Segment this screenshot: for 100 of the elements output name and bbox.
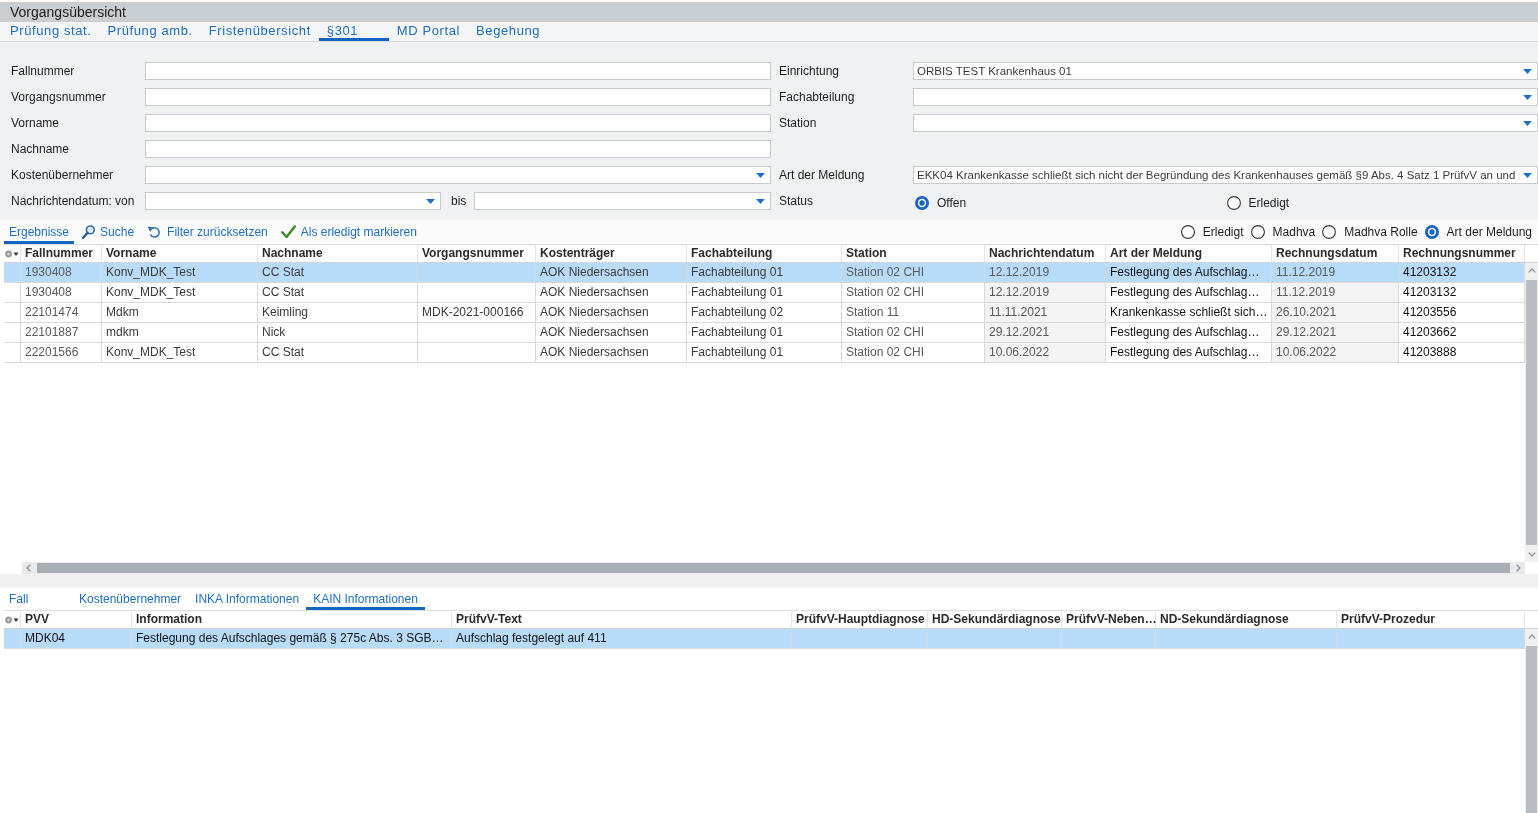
column-header[interactable]: PrüfvV-Text: [452, 611, 792, 628]
tab[interactable]: MD Portal: [388, 22, 469, 41]
column-header[interactable]: PrüfvV-Prozedur: [1337, 611, 1525, 628]
tab[interactable]: Fristenübersicht: [200, 22, 319, 41]
table-cell: 11.12.2019: [1272, 283, 1399, 302]
table-cell: AOK Niedersachsen: [536, 263, 687, 282]
column-header[interactable]: Information: [132, 611, 452, 628]
chevron-down-icon: [1527, 552, 1536, 557]
field-label: Vorname: [11, 115, 60, 132]
radio-label: Art der Meldung: [1446, 225, 1532, 239]
search-button[interactable]: Suche: [82, 220, 135, 244]
table-cell: 12.12.2019: [985, 283, 1106, 302]
table-cell: Aufschlag festgelegt auf 411: [452, 629, 792, 648]
table-cell: 29.12.2021: [1272, 323, 1399, 342]
text-field[interactable]: [145, 62, 771, 80]
window-title: Vorgangsübersicht: [10, 4, 126, 20]
radio-button[interactable]: [1250, 225, 1265, 239]
table-cell: mdkm: [102, 323, 258, 342]
radio-button[interactable]: [915, 195, 929, 210]
radio-label: Erledigt: [1248, 195, 1290, 210]
table-row[interactable]: 22101474 Mdkm Keimling MDK-2021-000166 AOK Niedersachsen Fachabteilung 02 Station 11 11.11.2021 Krankenkasse schließt sich… 26.10.2021 41203556: [4, 303, 1525, 323]
table-cell: Fachabteilung 01: [687, 283, 842, 302]
radio-label: Madhva: [1272, 225, 1316, 239]
radio-label: Offen: [937, 195, 967, 210]
check-icon: [280, 224, 296, 239]
horizontal-scrollbar[interactable]: [22, 562, 1525, 574]
caret-down-icon: [426, 198, 435, 204]
field-label: Art der Meldung: [779, 167, 865, 184]
scrollbar-thumb[interactable]: [37, 563, 1510, 573]
undo-arrow-icon: [147, 225, 163, 238]
radio-button[interactable]: [1226, 195, 1241, 210]
table-row[interactable]: 1930408 Konv_MDK_Test CC Stat AOK Niedersachsen Fachabteilung 01 Station 02 CHI 12.12.2019 Festlegung des Aufschlag… 11.12.2019 41203132: [4, 263, 1525, 283]
column-header[interactable]: PrüfvV-Hauptdiagnose: [792, 611, 928, 628]
table-cell: Station 02 CHI: [842, 263, 985, 282]
tab[interactable]: INKA Informationen: [188, 588, 307, 610]
search-icon: [82, 224, 96, 239]
table-row[interactable]: MDK04 Festlegung des Aufschlages gemäß § 275c Abs. 3 SGB… Aufschlag festgelegt auf 411: [4, 629, 1525, 649]
table-row[interactable]: 22201566 Konv_MDK_Test CC Stat AOK Niedersachsen Fachabteilung 01 Station 02 CHI 10.06.2022 Festlegung des Aufschlag… 10.06.2022 41203888: [4, 343, 1525, 363]
column-header[interactable]: Fallnummer: [21, 245, 102, 262]
text-field[interactable]: [145, 114, 771, 132]
chevron-right-icon: [1516, 564, 1521, 572]
mark-done-button[interactable]: Als erledigt markieren: [280, 220, 417, 244]
column-header[interactable]: Station: [842, 245, 985, 262]
text-field[interactable]: [145, 140, 771, 158]
dropdown-field[interactable]: [145, 166, 771, 184]
column-header[interactable]: PVV: [21, 611, 132, 628]
reset-filter-button[interactable]: Filter zurücksetzen: [147, 220, 268, 244]
column-header[interactable]: Kostenträger: [536, 245, 687, 262]
radio-button[interactable]: [1424, 225, 1439, 239]
field-label: bis: [450, 193, 468, 210]
column-header[interactable]: HD-Sekundärdiagnose: [928, 611, 1062, 628]
table-cell: 10.06.2022: [985, 343, 1106, 362]
vertical-scrollbar[interactable]: [1525, 263, 1538, 562]
column-header[interactable]: Vorgangsnummer: [418, 245, 536, 262]
column-header[interactable]: Fachabteilung: [687, 245, 842, 262]
table-cell: AOK Niedersachsen: [536, 343, 687, 362]
tab[interactable]: Begehung: [468, 22, 549, 41]
text-field[interactable]: [145, 88, 771, 106]
date-dropdown-field[interactable]: [474, 192, 771, 210]
field-label: Einrichtung: [779, 63, 840, 80]
dropdown-field[interactable]: ORBIS TEST Krankenhaus 01: [913, 62, 1538, 80]
radio-button[interactable]: [1322, 225, 1337, 239]
column-header[interactable]: Art der Meldung: [1106, 245, 1272, 262]
table-cell: Keimling: [258, 303, 418, 322]
table-cell: 1930408: [21, 283, 102, 302]
gear-caret-icon[interactable]: [5, 249, 19, 258]
scrollbar-thumb[interactable]: [1526, 646, 1537, 813]
caret-down-icon: [756, 198, 765, 204]
table-row[interactable]: 22101887 mdkm Nick AOK Niedersachsen Fachabteilung 01 Station 02 CHI 29.12.2021 Festlegung des Aufschlag… 29.12.2021 41203662: [4, 323, 1525, 343]
table-cell: Fachabteilung 01: [687, 343, 842, 362]
table-cell: Festlegung des Aufschlag…: [1106, 263, 1272, 282]
gear-caret-icon[interactable]: [5, 615, 19, 624]
tab[interactable]: Fall: [2, 588, 72, 610]
column-header[interactable]: Rechnungsnummer: [1399, 245, 1525, 262]
table-cell: Nick: [258, 323, 418, 342]
column-header[interactable]: Vorname: [102, 245, 258, 262]
column-header[interactable]: ND-Sekundärdiagnose: [1156, 611, 1337, 628]
scrollbar-thumb[interactable]: [1526, 280, 1537, 545]
table-cell: 1930408: [21, 263, 102, 282]
field-label: Vorgangsnummer: [11, 89, 106, 106]
column-header[interactable]: PrüfvV-Neben…: [1062, 611, 1156, 628]
column-header[interactable]: Nachrichtendatum: [985, 245, 1106, 262]
caret-down-icon: [1523, 120, 1532, 126]
date-dropdown-field[interactable]: [145, 192, 441, 210]
tab[interactable]: Prüfung stat.: [2, 22, 100, 41]
dropdown-field[interactable]: EKK04 Krankenkasse schließt sich nicht der Begründung des Krankenhauses gemäß §9 Abs. 4 Satz 1 PrüfvV an und: [913, 166, 1538, 184]
radio-button[interactable]: [1180, 225, 1195, 239]
tab[interactable]: Kostenübernehmer: [72, 588, 189, 610]
table-cell: 12.12.2019: [985, 263, 1106, 282]
chevron-up-icon: [1527, 268, 1536, 273]
dropdown-field[interactable]: [913, 88, 1538, 106]
column-header[interactable]: Nachname: [258, 245, 418, 262]
column-header[interactable]: Rechnungsdatum: [1272, 245, 1399, 262]
table-cell: Mdkm: [102, 303, 258, 322]
radio-label: Erledigt: [1202, 225, 1244, 239]
table-cell: 10.06.2022: [1272, 343, 1399, 362]
table-row[interactable]: 1930408 Konv_MDK_Test CC Stat AOK Niedersachsen Fachabteilung 01 Station 02 CHI 12.12.2019 Festlegung des Aufschlag… 11.12.2019 41203132: [4, 283, 1525, 303]
tab[interactable]: Prüfung amb.: [99, 22, 201, 41]
vertical-scrollbar[interactable]: [1525, 629, 1538, 813]
dropdown-field[interactable]: [913, 114, 1538, 132]
